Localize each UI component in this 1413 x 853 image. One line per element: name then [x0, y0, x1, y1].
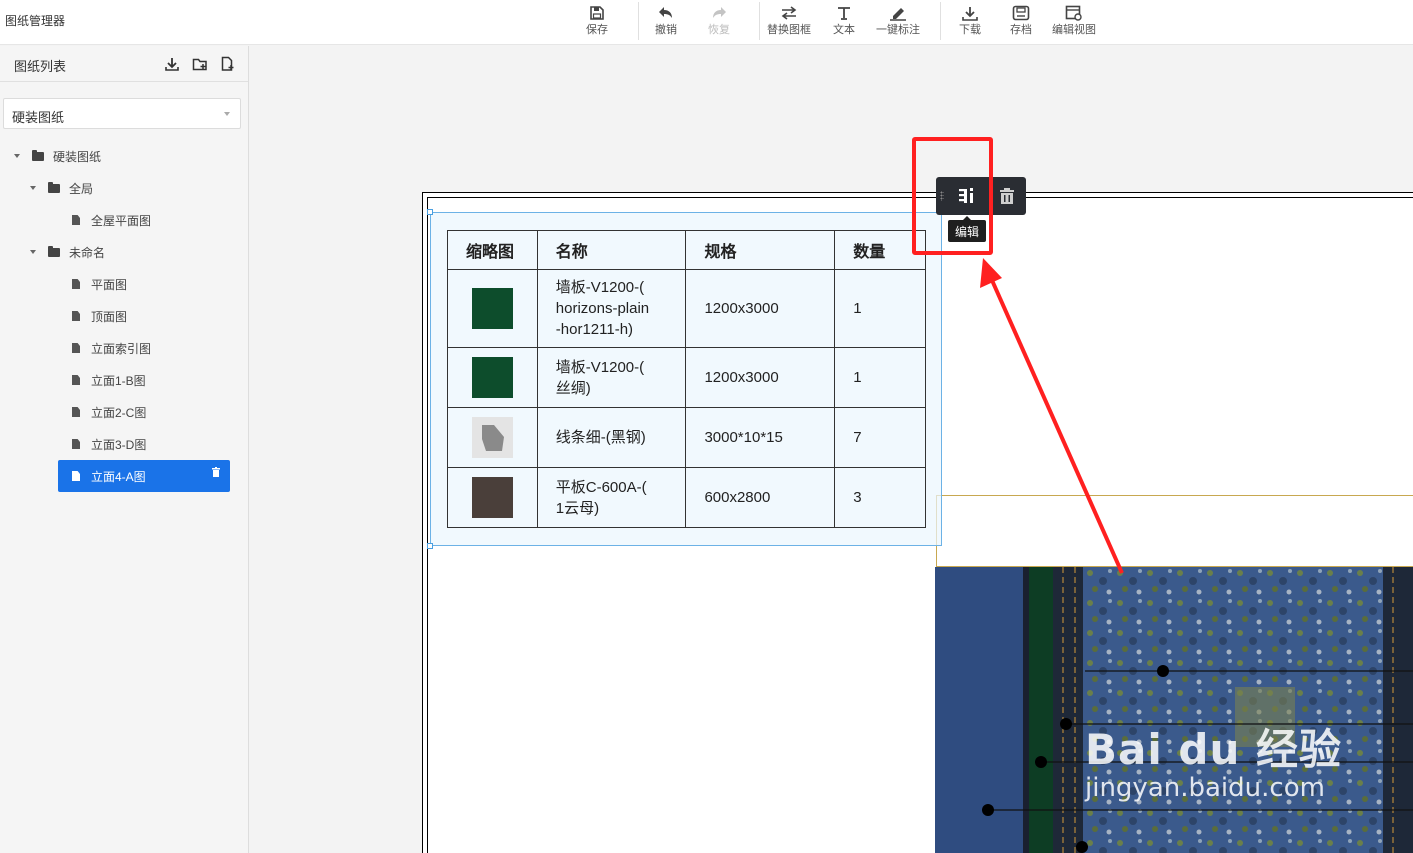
sidebar: 图纸列表 硬装图纸 硬装图纸 全局 全屋平面图 未命名 平面图 顶面图 立面索引…: [0, 46, 249, 853]
replace-frame-button[interactable]: 替换图框: [767, 3, 811, 41]
drawing-canvas[interactable]: 缩略图 名称 规格 数量 墙板-V1200-(horizons-plain -ho…: [250, 46, 1413, 853]
tree-item-whole-house-plan[interactable]: 全屋平面图: [72, 209, 151, 231]
swap-icon: [780, 3, 798, 23]
archive-button[interactable]: 存档: [1010, 3, 1032, 41]
redo-icon: [711, 3, 727, 23]
baidu-watermark: Bai du 经验 jingyan.baidu.com: [1085, 725, 1342, 803]
file-icon: [72, 439, 80, 449]
top-toolbar: 图纸管理器 保存 撤销 恢复 替换图框 文本 一键标注 下载 存档 编辑视图: [0, 0, 1413, 45]
app-title: 图纸管理器: [5, 14, 66, 28]
folder-icon: [32, 149, 44, 161]
edit-view-button[interactable]: 编辑视图: [1052, 3, 1096, 41]
folder-icon: [48, 181, 60, 193]
redo-button[interactable]: 恢复: [708, 3, 730, 41]
tree-item-elevation-1b[interactable]: 立面1-B图: [72, 369, 146, 391]
tree-item-elevation-3d[interactable]: 立面3-D图: [72, 433, 146, 455]
caret-down-icon: [30, 250, 36, 254]
file-icon: [72, 311, 80, 321]
save-icon: [590, 3, 604, 23]
new-file-icon[interactable]: [220, 56, 236, 72]
edit-view-icon: [1065, 3, 1083, 23]
text-icon: [836, 3, 852, 23]
download-button[interactable]: 下载: [959, 3, 981, 41]
folder-icon: [48, 245, 60, 257]
caret-down-icon: [30, 186, 36, 190]
save-button[interactable]: 保存: [586, 3, 608, 41]
drawing-category-select[interactable]: 硬装图纸: [3, 98, 241, 129]
toolbar-divider: [759, 2, 760, 40]
file-icon: [72, 375, 80, 385]
tree-item-elevation-index[interactable]: 立面索引图: [72, 337, 151, 359]
sidebar-header: 图纸列表: [0, 46, 248, 82]
caret-down-icon: [14, 154, 20, 158]
undo-button[interactable]: 撤销: [655, 3, 677, 41]
file-icon: [72, 407, 80, 417]
auto-annotate-button[interactable]: 一键标注: [876, 3, 920, 41]
tree-item-ceiling-plan[interactable]: 顶面图: [72, 305, 127, 327]
undo-icon: [658, 3, 674, 23]
toolbar-divider: [638, 2, 639, 40]
tree-folder-unnamed[interactable]: 未命名: [30, 241, 105, 263]
tree-item-elevation-4a[interactable]: 立面4-A图: [58, 460, 230, 492]
trash-icon[interactable]: [212, 466, 220, 477]
text-button[interactable]: 文本: [833, 3, 855, 41]
archive-icon: [1012, 3, 1030, 23]
tree-item-elevation-2c[interactable]: 立面2-C图: [72, 401, 146, 423]
file-icon: [72, 215, 80, 225]
pen-icon: [889, 3, 907, 23]
chevron-down-icon: [224, 112, 230, 116]
tree-folder-global[interactable]: 全局: [30, 177, 93, 199]
import-icon[interactable]: [164, 56, 180, 72]
file-icon: [72, 343, 80, 353]
download-icon: [962, 3, 978, 23]
sidebar-title: 图纸列表: [14, 59, 67, 74]
toolbar-divider: [940, 2, 941, 40]
new-folder-icon[interactable]: [192, 56, 208, 72]
file-icon: [72, 279, 80, 289]
tree-folder-hardwear[interactable]: 硬装图纸: [14, 145, 101, 167]
tree-item-floor-plan[interactable]: 平面图: [72, 273, 127, 295]
file-icon: [72, 471, 80, 481]
